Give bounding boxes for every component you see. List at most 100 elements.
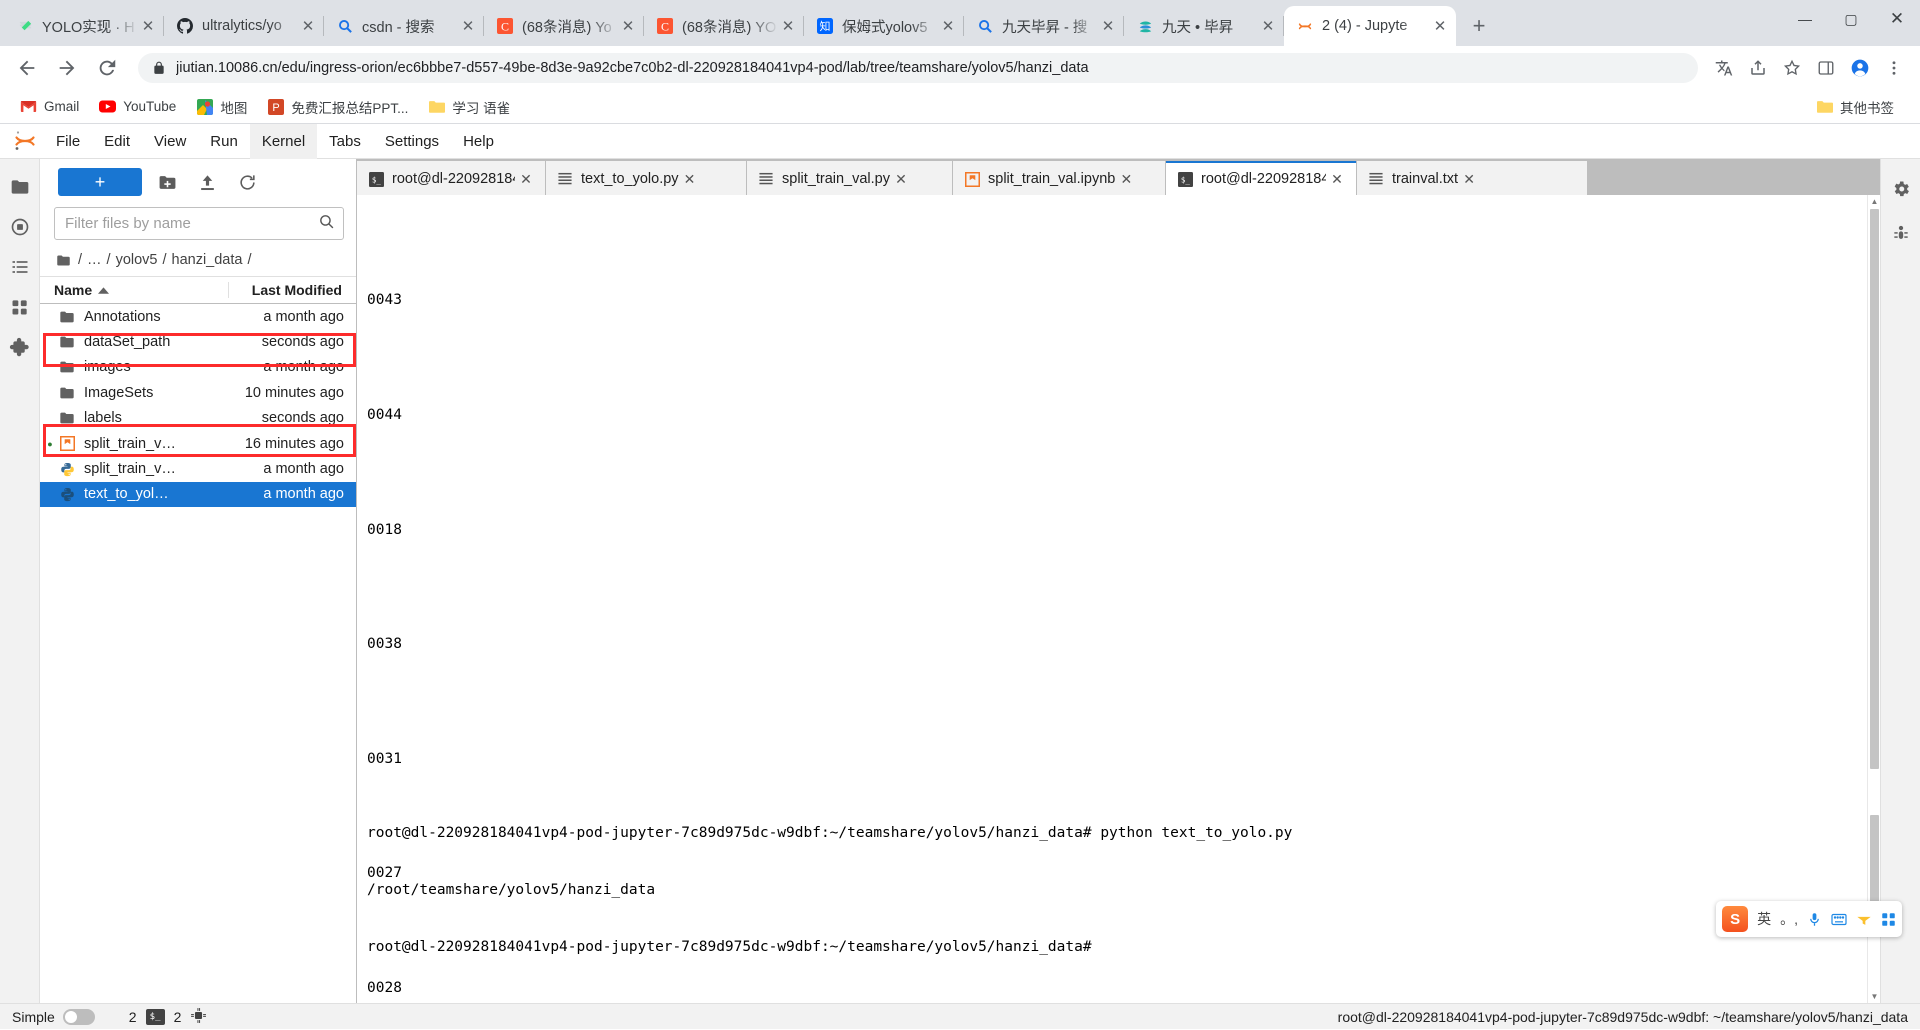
running-terminals-icon[interactable] <box>2 207 38 247</box>
bookmark-item[interactable]: Gmail <box>12 94 87 120</box>
browser-tab[interactable]: csdn - 搜索 ✕ <box>324 6 484 46</box>
close-icon[interactable]: ✕ <box>1098 16 1118 36</box>
terminal-output[interactable]: 0043 0044 0018 0038 0031 0027 0028 0017 … <box>357 195 1867 1003</box>
close-icon[interactable]: ✕ <box>1115 171 1137 188</box>
table-of-contents-icon[interactable] <box>2 247 38 287</box>
browser-tab[interactable]: YOLO实现 · H ✕ <box>4 6 164 46</box>
close-icon[interactable]: ✕ <box>1430 16 1450 36</box>
list-item[interactable]: split_train_v… a month ago <box>40 456 356 481</box>
debugger-icon[interactable] <box>1883 211 1919 255</box>
list-item[interactable]: ● split_train_v… 16 minutes ago <box>40 431 356 456</box>
browser-tab[interactable]: C (68条消息) YO ✕ <box>644 6 804 46</box>
browser-tab[interactable]: 九天 • 毕昇 ✕ <box>1124 6 1284 46</box>
browser-tab[interactable]: 知 保姆式yolov5 ✕ <box>804 6 964 46</box>
ime-language-mode[interactable]: 英 <box>1757 909 1771 929</box>
maximize-button[interactable]: ▢ <box>1828 0 1874 38</box>
breadcrumb-hanzi-data[interactable]: hanzi_data <box>172 252 243 268</box>
scroll-down-arrow-icon[interactable]: ▼ <box>1868 990 1880 1003</box>
scroll-up-arrow-icon[interactable]: ▲ <box>1868 195 1880 208</box>
menu-edit[interactable]: Edit <box>92 124 142 159</box>
breadcrumb-ellipsis[interactable]: … <box>87 252 102 268</box>
close-icon[interactable]: ✕ <box>298 16 318 36</box>
new-tab-button[interactable]: + <box>1462 9 1496 43</box>
filter-files-field[interactable] <box>54 207 344 240</box>
menu-help[interactable]: Help <box>451 124 506 159</box>
list-item[interactable]: labels seconds ago <box>40 406 356 431</box>
breadcrumb[interactable]: / … / yolov5 / hanzi_data / <box>40 248 356 276</box>
close-icon[interactable]: ✕ <box>515 171 537 188</box>
close-icon[interactable]: ✕ <box>938 16 958 36</box>
browser-tab[interactable]: ultralytics/yo ✕ <box>164 6 324 46</box>
dock-tab-terminal-2-active[interactable]: $_ root@dl-220928184041vp ✕ <box>1166 161 1356 195</box>
close-icon[interactable]: ✕ <box>1326 171 1348 188</box>
scrollbar-thumb[interactable] <box>1870 209 1879 769</box>
commands-icon[interactable] <box>2 287 38 327</box>
translate-icon[interactable] <box>1708 52 1740 84</box>
bookmark-item[interactable]: P 免费汇报总结PPT... <box>259 94 416 120</box>
toolbox-icon[interactable] <box>1856 912 1872 927</box>
apps-icon[interactable] <box>1881 912 1896 927</box>
forward-arrow-icon[interactable] <box>50 51 84 85</box>
list-item[interactable]: dataSet_path seconds ago <box>40 329 356 354</box>
extension-manager-icon[interactable] <box>2 327 38 367</box>
address-bar[interactable]: jiutian.10086.cn/edu/ingress-orion/ec6bb… <box>138 53 1698 83</box>
menu-tabs[interactable]: Tabs <box>317 124 373 159</box>
browser-tab[interactable]: C (68条消息) Yo ✕ <box>484 6 644 46</box>
search-input[interactable] <box>65 215 318 232</box>
bookmark-item[interactable]: 学习 语雀 <box>420 94 518 120</box>
reload-icon[interactable] <box>90 51 124 85</box>
list-item[interactable]: images a month ago <box>40 355 356 380</box>
back-arrow-icon[interactable] <box>10 51 44 85</box>
dock-tab-text-to-yolo-py[interactable]: text_to_yolo.py ✕ <box>546 161 746 195</box>
terminal-scrollbar[interactable]: ▲ ▼ <box>1867 195 1880 1003</box>
upload-icon[interactable] <box>192 168 222 196</box>
column-header-name[interactable]: Name <box>40 282 228 298</box>
list-item[interactable]: Annotations a month ago <box>40 304 356 329</box>
ime-punctuation-mode[interactable]: 。, <box>1780 909 1798 929</box>
close-icon[interactable]: ✕ <box>1258 16 1278 36</box>
terminal-count[interactable]: 2 <box>174 1009 182 1025</box>
new-launcher-button[interactable]: + <box>58 168 142 196</box>
column-header-last-modified[interactable]: Last Modified <box>228 282 356 298</box>
browser-tab[interactable]: 九天毕昇 - 搜 ✕ <box>964 6 1124 46</box>
menu-kebab-icon[interactable] <box>1878 52 1910 84</box>
terminal-icon[interactable]: $_ <box>145 1008 165 1025</box>
breadcrumb-yolov5[interactable]: yolov5 <box>116 252 158 268</box>
close-icon[interactable]: ✕ <box>679 171 701 188</box>
terminal-panel[interactable]: 0043 0044 0018 0038 0031 0027 0028 0017 … <box>357 195 1880 1003</box>
close-icon[interactable]: ✕ <box>1458 171 1480 188</box>
close-icon[interactable]: ✕ <box>618 16 638 36</box>
dock-tab-split-train-val-ipynb[interactable]: split_train_val.ipynb ✕ <box>953 161 1165 195</box>
breadcrumb-root[interactable]: / <box>78 252 82 268</box>
bookmark-item[interactable]: YouTube <box>91 94 184 120</box>
close-window-button[interactable]: ✕ <box>1874 0 1920 38</box>
refresh-icon[interactable] <box>232 168 262 196</box>
browser-tab-active[interactable]: 2 (4) - Jupyte ✕ <box>1284 6 1456 46</box>
microphone-icon[interactable] <box>1807 912 1822 927</box>
share-icon[interactable] <box>1742 52 1774 84</box>
simple-mode-toggle[interactable] <box>62 1008 95 1025</box>
new-folder-icon[interactable] <box>152 168 182 196</box>
sogou-logo-icon[interactable]: S <box>1722 906 1749 932</box>
kernel-count[interactable]: 2 <box>129 1009 137 1025</box>
dock-tab-trainval-txt[interactable]: trainval.txt ✕ <box>1357 161 1587 195</box>
menu-run[interactable]: Run <box>198 124 250 159</box>
keyboard-icon[interactable] <box>1831 912 1847 927</box>
menu-file[interactable]: File <box>44 124 92 159</box>
menu-settings[interactable]: Settings <box>373 124 451 159</box>
sidepanel-icon[interactable] <box>1810 52 1842 84</box>
list-item[interactable]: ImageSets 10 minutes ago <box>40 380 356 405</box>
bookmark-item[interactable]: 地图 <box>188 94 255 120</box>
property-inspector-icon[interactable] <box>1883 167 1919 211</box>
cpu-chip-icon[interactable] <box>190 1007 207 1027</box>
menu-kernel[interactable]: Kernel <box>249 123 318 159</box>
list-item-selected[interactable]: text_to_yol… a month ago <box>40 481 356 508</box>
dock-tab-split-train-val-py[interactable]: split_train_val.py ✕ <box>747 161 952 195</box>
other-bookmarks-item[interactable]: 其他书签 <box>1808 94 1902 120</box>
close-icon[interactable]: ✕ <box>778 16 798 36</box>
minimize-button[interactable]: — <box>1782 0 1828 38</box>
close-icon[interactable]: ✕ <box>890 171 912 188</box>
bookmark-star-icon[interactable] <box>1776 52 1808 84</box>
file-browser-icon[interactable] <box>2 167 38 207</box>
sogou-ime-toolbar[interactable]: S 英 。, <box>1716 901 1902 937</box>
